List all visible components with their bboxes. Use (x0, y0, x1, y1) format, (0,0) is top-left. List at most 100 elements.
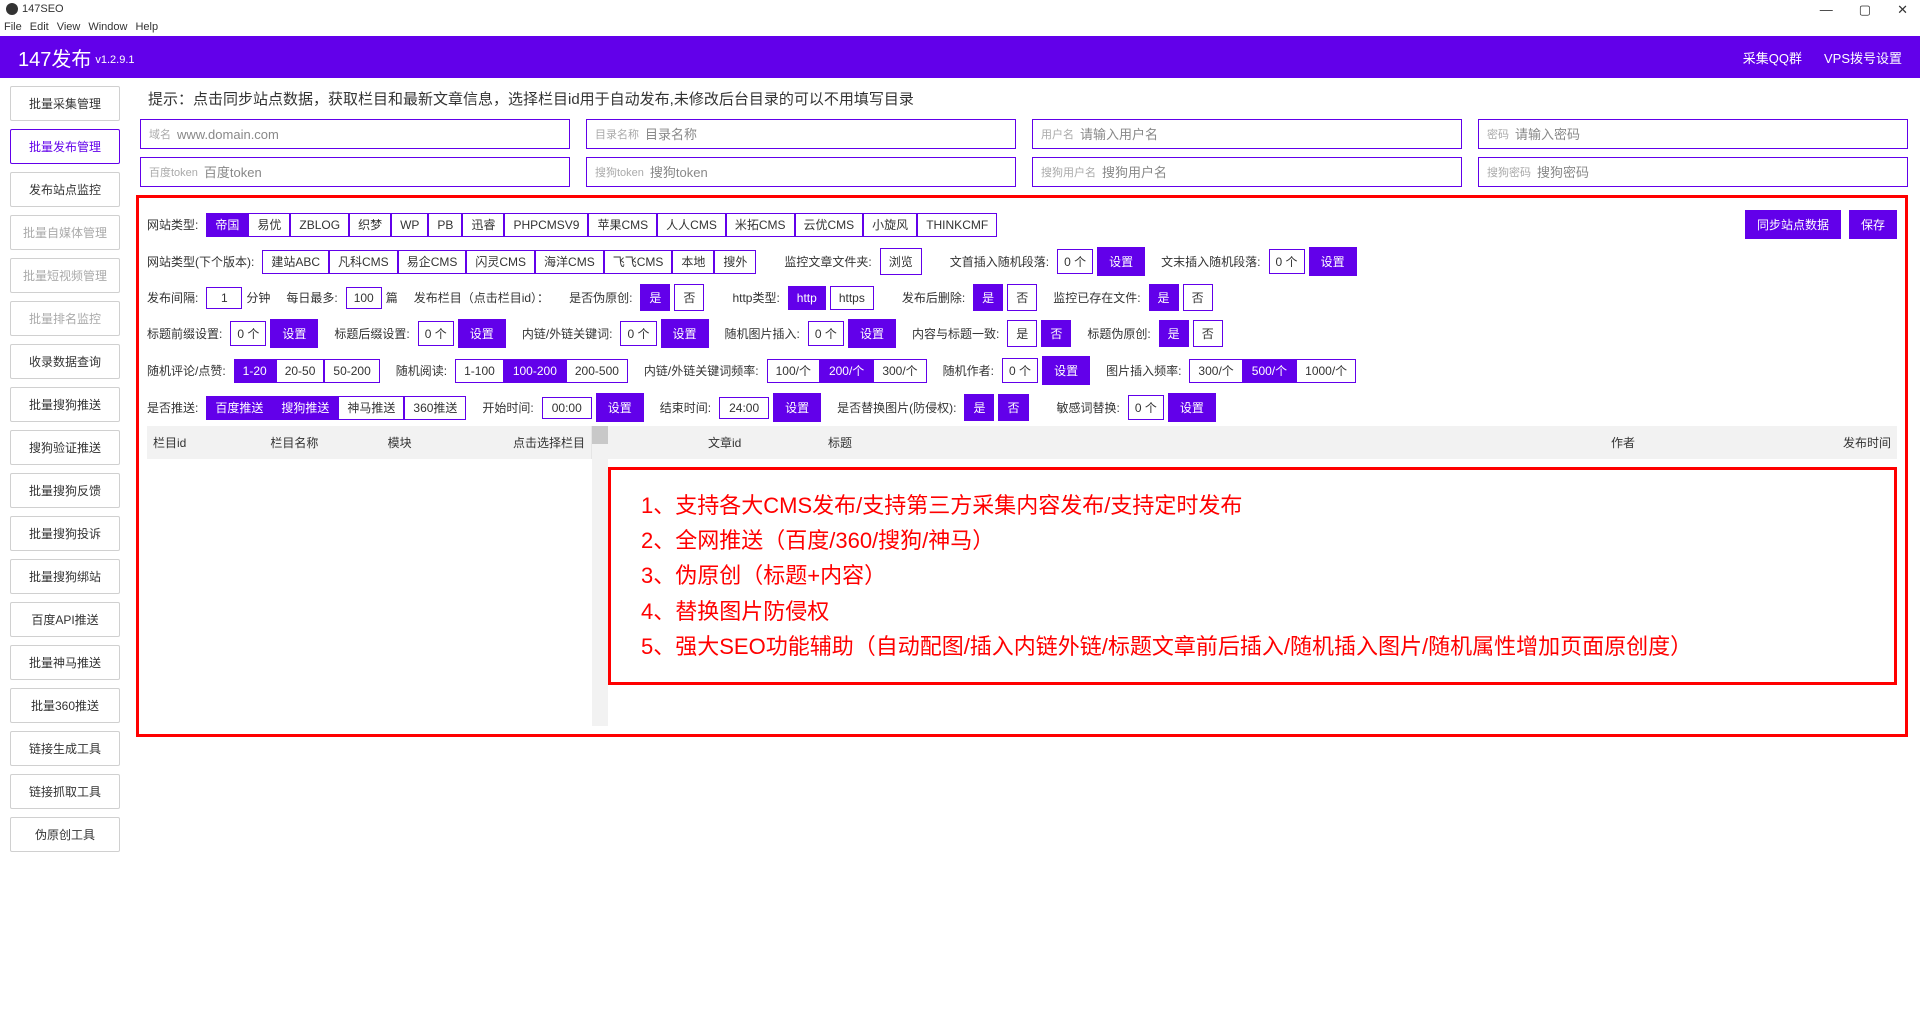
tag-option[interactable]: 飞飞CMS (604, 250, 673, 274)
replace-img-yes[interactable]: 是 (964, 394, 994, 421)
tag-option[interactable]: 300/个 (1189, 359, 1242, 383)
start-val[interactable]: 00:00 (542, 397, 592, 419)
pseudo-no[interactable]: 否 (674, 284, 704, 311)
tag-option[interactable]: 200/个 (820, 359, 873, 383)
sidebar-item[interactable]: 批量搜狗反馈 (10, 473, 120, 508)
suffix-val[interactable]: 0 个 (418, 321, 454, 346)
tag-option[interactable]: 本地 (672, 250, 714, 274)
tag-option[interactable]: 100-200 (504, 359, 566, 383)
text-input[interactable] (1102, 165, 1453, 180)
sidebar-item[interactable]: 伪原创工具 (10, 817, 120, 852)
text-input[interactable] (645, 127, 1007, 142)
tag-option[interactable]: 300/个 (873, 359, 926, 383)
text-input[interactable] (204, 165, 561, 180)
suffix-set[interactable]: 设置 (458, 319, 506, 348)
sidebar-item[interactable]: 批量搜狗推送 (10, 387, 120, 422)
tag-option[interactable]: 小旋风 (863, 213, 917, 237)
content-match-no[interactable]: 否 (1041, 320, 1071, 347)
head-rand-set[interactable]: 设置 (1097, 247, 1145, 276)
tag-option[interactable]: 苹果CMS (588, 213, 657, 237)
tag-option[interactable]: 易优 (248, 213, 290, 237)
rand-author-set[interactable]: 设置 (1042, 356, 1090, 385)
menu-window[interactable]: Window (88, 21, 127, 33)
pseudo-yes[interactable]: 是 (640, 284, 670, 311)
tag-option[interactable]: 云优CMS (795, 213, 864, 237)
title-pseudo-no[interactable]: 否 (1193, 320, 1223, 347)
header-link[interactable]: 采集QQ群 (1743, 48, 1802, 67)
replace-img-no[interactable]: 否 (998, 394, 1028, 421)
sidebar-item[interactable]: 收录数据查询 (10, 344, 120, 379)
tag-option[interactable]: 人人CMS (657, 213, 726, 237)
tag-option[interactable]: 百度推送 (206, 396, 272, 420)
monitor-yes[interactable]: 是 (1149, 284, 1179, 311)
tag-option[interactable]: 帝国 (206, 213, 248, 237)
tag-option[interactable]: 360推送 (404, 396, 466, 420)
start-set[interactable]: 设置 (596, 393, 644, 422)
close-button[interactable]: ✕ (1891, 2, 1914, 18)
tail-rand-set[interactable]: 设置 (1309, 247, 1357, 276)
tag-option[interactable]: 闪灵CMS (466, 250, 535, 274)
sidebar-item[interactable]: 搜狗验证推送 (10, 430, 120, 465)
sensitive-val[interactable]: 0 个 (1128, 395, 1164, 420)
tag-option[interactable]: PB (428, 213, 462, 237)
menu-help[interactable]: Help (135, 21, 158, 33)
text-input[interactable] (1537, 165, 1899, 180)
header-link[interactable]: VPS拨号设置 (1824, 48, 1902, 67)
tail-rand-value[interactable]: 0 个 (1269, 249, 1305, 274)
tag-option[interactable]: PHPCMSV9 (504, 213, 588, 237)
sidebar-item[interactable]: 批量发布管理 (10, 129, 120, 164)
sidebar-item[interactable]: 链接抓取工具 (10, 774, 120, 809)
sensitive-set[interactable]: 设置 (1168, 393, 1216, 422)
scrollbar[interactable] (592, 426, 608, 726)
delete-no[interactable]: 否 (1007, 284, 1037, 311)
tag-option[interactable]: THINKCMF (917, 213, 997, 237)
tag-option[interactable]: 500/个 (1243, 359, 1296, 383)
tag-option[interactable]: 易企CMS (398, 250, 467, 274)
sidebar-item[interactable]: 批量搜狗绑站 (10, 559, 120, 594)
sidebar-item[interactable]: 批量神马推送 (10, 645, 120, 680)
sync-button[interactable]: 同步站点数据 (1745, 210, 1841, 239)
head-rand-value[interactable]: 0 个 (1057, 249, 1093, 274)
https-option[interactable]: https (830, 286, 874, 310)
monitor-no[interactable]: 否 (1183, 284, 1213, 311)
text-input[interactable] (650, 165, 1007, 180)
tag-option[interactable]: 织梦 (349, 213, 391, 237)
tag-option[interactable]: 建站ABC (262, 250, 329, 274)
sidebar-item[interactable]: 链接生成工具 (10, 731, 120, 766)
inlink-kw-set[interactable]: 设置 (661, 319, 709, 348)
tag-option[interactable]: ZBLOG (290, 213, 349, 237)
tag-option[interactable]: 凡科CMS (329, 250, 398, 274)
tag-option[interactable]: 搜狗推送 (272, 396, 338, 420)
text-input[interactable] (1515, 127, 1899, 142)
http-option[interactable]: http (788, 286, 826, 310)
interval-input[interactable]: 1 (206, 287, 242, 309)
text-input[interactable] (1080, 127, 1453, 142)
rand-author-val[interactable]: 0 个 (1002, 358, 1038, 383)
rand-img-val[interactable]: 0 个 (808, 321, 844, 346)
maximize-button[interactable]: ▢ (1853, 2, 1877, 18)
tag-option[interactable]: 米拓CMS (726, 213, 795, 237)
menu-view[interactable]: View (57, 21, 81, 33)
sidebar-item[interactable]: 批量360推送 (10, 688, 120, 723)
tag-option[interactable]: 200-500 (566, 359, 628, 383)
scroll-thumb[interactable] (592, 426, 608, 444)
sidebar-item[interactable]: 百度API推送 (10, 602, 120, 637)
menu-edit[interactable]: Edit (30, 21, 49, 33)
content-match-yes[interactable]: 是 (1007, 320, 1037, 347)
menu-file[interactable]: File (4, 21, 22, 33)
tag-option[interactable]: 神马推送 (338, 396, 404, 420)
save-button[interactable]: 保存 (1849, 210, 1897, 239)
prefix-set[interactable]: 设置 (270, 319, 318, 348)
sidebar-item[interactable]: 发布站点监控 (10, 172, 120, 207)
tag-option[interactable]: 搜外 (714, 250, 756, 274)
end-val[interactable]: 24:00 (719, 397, 769, 419)
tag-option[interactable]: 海洋CMS (535, 250, 604, 274)
sidebar-item[interactable]: 批量搜狗投诉 (10, 516, 120, 551)
tag-option[interactable]: WP (391, 213, 428, 237)
tag-option[interactable]: 50-200 (324, 359, 379, 383)
end-set[interactable]: 设置 (773, 393, 821, 422)
title-pseudo-yes[interactable]: 是 (1159, 320, 1189, 347)
prefix-val[interactable]: 0 个 (230, 321, 266, 346)
text-input[interactable] (177, 127, 561, 142)
tag-option[interactable]: 20-50 (276, 359, 325, 383)
